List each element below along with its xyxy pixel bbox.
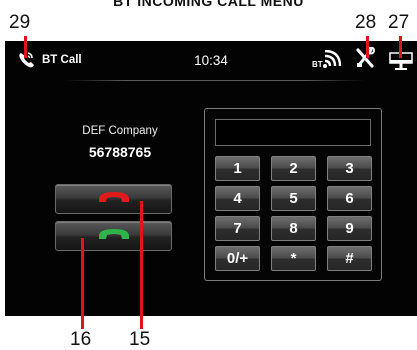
dial-display [215, 119, 371, 146]
callout-15: 15 [129, 329, 151, 350]
callout-27-line [399, 36, 402, 58]
key-8[interactable]: 8 [271, 216, 316, 241]
hang-up-icon [97, 189, 131, 210]
answer-call-icon [97, 226, 131, 247]
key-hash[interactable]: # [327, 246, 372, 271]
page-heading: BT INCOMING CALL MENU [113, 0, 304, 9]
caller-name: DEF Company [82, 125, 158, 137]
key-0-plus[interactable]: 0/+ [215, 246, 260, 271]
answer-call-button[interactable] [55, 221, 172, 251]
key-7[interactable]: 7 [215, 216, 260, 241]
caller-number: 56788765 [88, 144, 152, 160]
callout-28-line [366, 36, 369, 58]
svg-text:BT: BT [312, 60, 323, 69]
callout-16-line [81, 238, 84, 329]
callout-29-line [24, 36, 27, 58]
key-9[interactable]: 9 [327, 216, 372, 241]
status-bar: BT Call 10:34 BT [5, 41, 417, 81]
status-divider [65, 80, 365, 81]
head-unit-screen: BT Call 10:34 BT DEF Company 56788765 1 … [5, 41, 417, 316]
dial-keypad: 1 2 3 4 5 6 7 8 9 0/+ * # [204, 108, 382, 281]
callout-29: 29 [9, 12, 31, 33]
key-1[interactable]: 1 [215, 156, 260, 181]
callout-16: 16 [70, 329, 92, 350]
settings-tools-icon[interactable] [355, 46, 375, 74]
key-5[interactable]: 5 [271, 186, 316, 211]
key-star[interactable]: * [271, 246, 316, 271]
key-2[interactable]: 2 [271, 156, 316, 181]
key-4[interactable]: 4 [215, 186, 260, 211]
callout-15-line [140, 201, 143, 329]
bt-signal-icon: BT [312, 49, 346, 75]
key-6[interactable]: 6 [327, 186, 372, 211]
callout-27: 27 [388, 12, 410, 33]
callout-28: 28 [355, 12, 377, 33]
reject-call-button[interactable] [55, 184, 172, 214]
key-3[interactable]: 3 [327, 156, 372, 181]
